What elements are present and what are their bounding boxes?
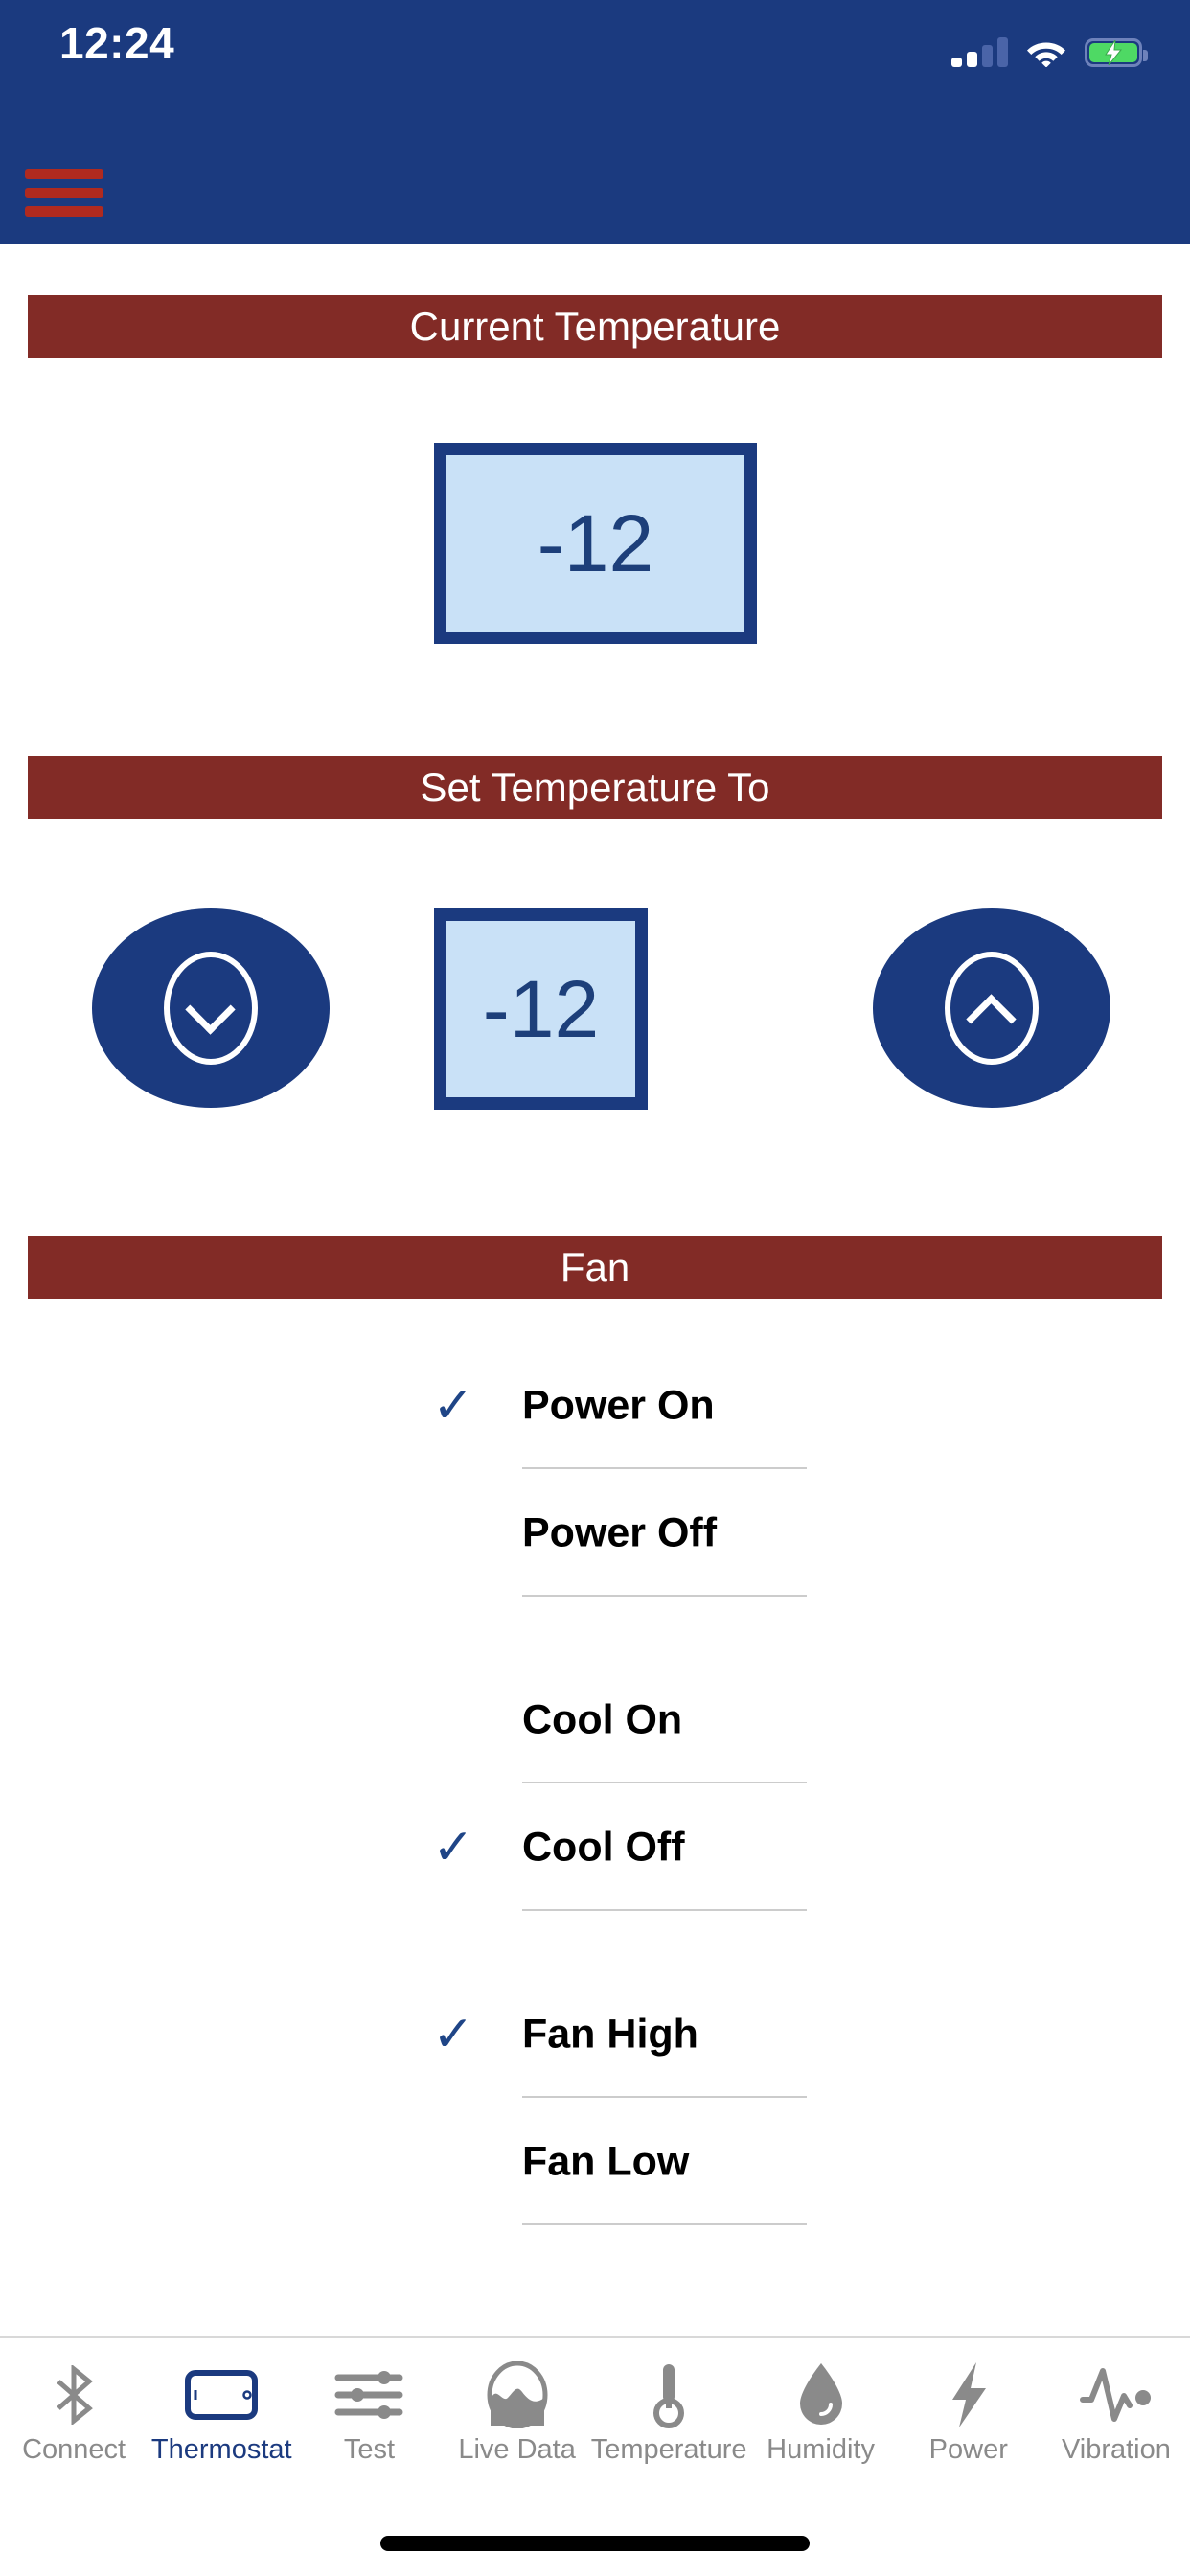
checkmark-icon [430, 2139, 476, 2185]
status-time: 12:24 [59, 18, 175, 68]
set-temperature-value: -12 [482, 964, 600, 1054]
current-temperature-header: Current Temperature [28, 295, 1162, 358]
checkmark-icon: ✓ [432, 1377, 474, 1434]
tab-label: Thermostat [150, 2434, 292, 2465]
tab-label: Power [928, 2434, 1008, 2465]
list-group-spacer [0, 1597, 1190, 1656]
list-divider [522, 2223, 807, 2225]
fan-option-row[interactable]: Cool On [0, 1656, 1190, 1783]
tab-live-data[interactable]: Live Data [444, 2338, 591, 2496]
bottom-tab-bar: Connect Thermostat Test Live Data Temperatur… [0, 2336, 1190, 2496]
battery-charging-icon [1085, 38, 1148, 67]
tab-label: Test [343, 2434, 396, 2465]
set-temperature-display[interactable]: -12 [434, 908, 648, 1110]
tab-test[interactable]: Test [295, 2338, 443, 2496]
lightning-bolt-icon [947, 2359, 991, 2430]
status-bar: 12:24 [0, 0, 1190, 96]
tab-thermostat[interactable]: Thermostat [148, 2338, 295, 2496]
cellular-signal-icon [951, 36, 1008, 67]
tab-label: Live Data [458, 2434, 576, 2465]
tab-label: Vibration [1061, 2434, 1171, 2465]
app-screen: 12:24 Current Temperature -12 Set Temper… [0, 0, 1190, 2576]
current-temperature-display: -12 [434, 443, 757, 644]
list-group-spacer [0, 1911, 1190, 1970]
checkmark-icon [430, 1510, 476, 1556]
sliders-icon [334, 2359, 403, 2430]
tab-label: Temperature [590, 2434, 747, 2465]
water-drop-icon [794, 2359, 848, 2430]
hamburger-menu-icon[interactable] [25, 165, 107, 220]
tab-connect[interactable]: Connect [0, 2338, 148, 2496]
current-temperature-value: -12 [537, 498, 654, 588]
fan-option-row[interactable]: ✓ Fan High [0, 1970, 1190, 2098]
tab-temperature[interactable]: Temperature [591, 2338, 747, 2496]
decrease-temperature-button[interactable] [92, 908, 330, 1108]
fan-option-row[interactable]: Fan Low [0, 2098, 1190, 2225]
fan-option-label: Fan Low [522, 2138, 690, 2184]
thermometer-icon [650, 2359, 688, 2430]
fan-option-label: Fan High [522, 2011, 698, 2057]
tab-label: Humidity [767, 2434, 875, 2465]
fan-option-list: ✓ Power On Power Off Cool On ✓ Cool Off ✓ Fan H… [0, 1342, 1190, 2225]
checkmark-icon: ✓ [432, 1819, 474, 1875]
fan-option-label: Power Off [522, 1509, 718, 1555]
fan-option-label: Cool Off [522, 1824, 685, 1870]
checkmark-icon [430, 1697, 476, 1743]
pulse-wave-icon [1079, 2359, 1153, 2430]
set-temperature-header: Set Temperature To [28, 756, 1162, 819]
wifi-icon [1026, 36, 1066, 68]
checkmark-icon: ✓ [432, 2006, 474, 2062]
tab-label: Connect [22, 2434, 126, 2465]
fan-option-row[interactable]: Power Off [0, 1469, 1190, 1597]
tablet-icon [185, 2359, 259, 2430]
bluetooth-icon [49, 2359, 99, 2430]
fan-option-label: Power On [522, 1382, 715, 1428]
chevron-down-circle-icon [164, 952, 258, 1065]
fan-option-row[interactable]: ✓ Cool Off [0, 1783, 1190, 1911]
increase-temperature-button[interactable] [873, 908, 1110, 1108]
tab-power[interactable]: Power [895, 2338, 1042, 2496]
tab-humidity[interactable]: Humidity [747, 2338, 895, 2496]
waveform-oval-icon [484, 2359, 551, 2430]
tab-vibration[interactable]: Vibration [1042, 2338, 1190, 2496]
fan-option-label: Cool On [522, 1696, 683, 1742]
home-indicator [380, 2536, 810, 2551]
chevron-up-circle-icon [945, 952, 1039, 1065]
navigation-bar: 12:24 [0, 0, 1190, 244]
status-indicators [951, 25, 1148, 68]
fan-header: Fan [28, 1236, 1162, 1300]
fan-option-row[interactable]: ✓ Power On [0, 1342, 1190, 1469]
